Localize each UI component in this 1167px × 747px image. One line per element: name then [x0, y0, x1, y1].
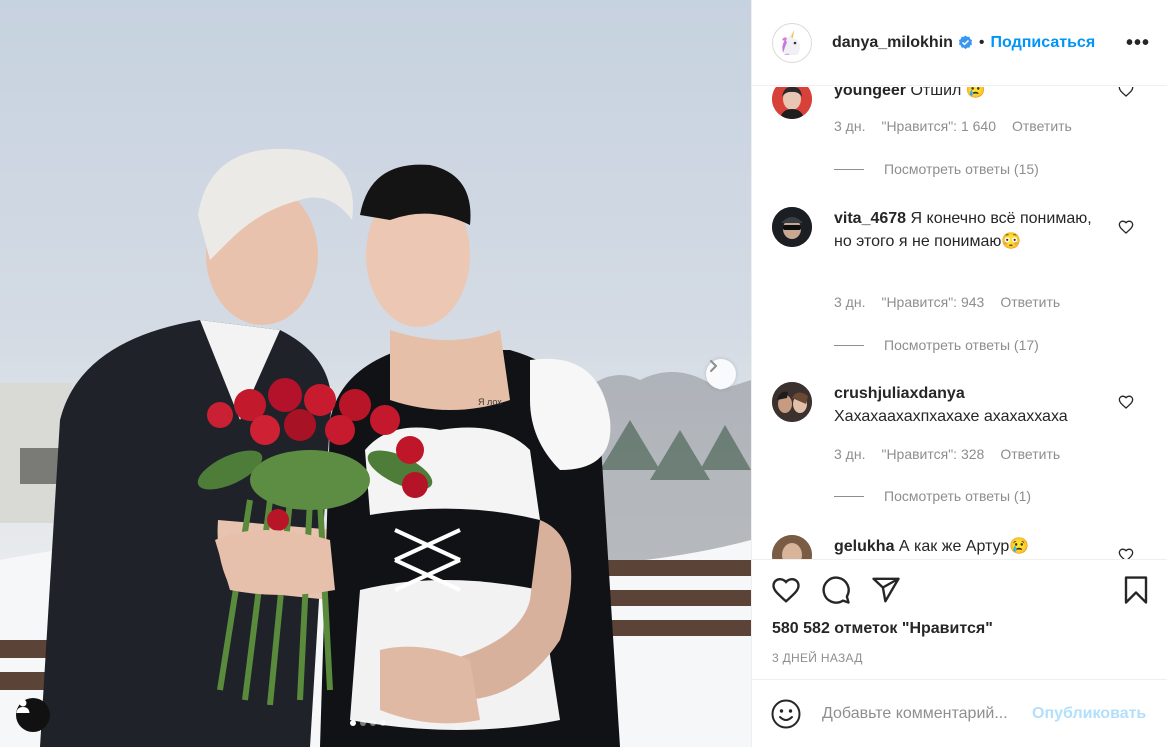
comment-likes[interactable]: "Нравится": 328 — [881, 446, 984, 462]
post-date[interactable]: 3 ДНЕЙ НАЗАД — [772, 651, 863, 665]
replies-divider — [834, 168, 864, 170]
next-photo-button[interactable] — [706, 359, 736, 389]
share-button[interactable] — [870, 574, 902, 606]
post-actions: 580 582 отметок "Нравится" 3 ДНЕЙ НАЗАД — [752, 559, 1167, 679]
comment-avatar[interactable] — [772, 87, 812, 119]
likes-count[interactable]: 580 582 отметок "Нравится" — [772, 620, 993, 638]
comment-likes[interactable]: "Нравится": 943 — [881, 294, 984, 310]
comment-message: Хахахаахахпхахахе ахахаххаха — [834, 408, 1068, 425]
view-replies-label: Посмотреть ответы (1) — [884, 488, 1032, 504]
emoji-icon[interactable] — [770, 698, 802, 730]
tagged-users-button[interactable] — [16, 698, 50, 732]
comment-username[interactable]: youngeer — [834, 87, 906, 99]
carousel-dot-3 — [370, 720, 376, 726]
comment-text: gelukha А как же Артур😢 — [834, 535, 1104, 558]
follow-button[interactable]: Подписаться — [991, 34, 1096, 52]
chest-tattoo-text: Я лох — [478, 397, 502, 407]
save-button[interactable] — [1120, 574, 1152, 606]
comment-likes[interactable]: "Нравится": 1 640 — [881, 118, 996, 134]
comment-input[interactable] — [822, 702, 1027, 726]
heart-icon[interactable] — [1118, 547, 1134, 559]
comment-text: vita_4678 Я конечно всё понимаю, но этог… — [834, 207, 1104, 253]
comment-message: А как же Артур😢 — [898, 538, 1030, 555]
verified-icon — [958, 35, 972, 50]
comment-time[interactable]: 3 дн. — [834, 294, 865, 310]
more-options-button[interactable]: ••• — [1126, 33, 1150, 53]
avatar-image — [772, 382, 812, 422]
comment-button[interactable] — [820, 574, 852, 606]
user-tag-icon — [16, 699, 30, 713]
like-button[interactable] — [770, 574, 802, 606]
post-sidebar: danya_milokhin • Подписаться ••• youngee… — [751, 0, 1167, 747]
comment-composer: Опубликовать — [752, 679, 1167, 747]
comment-avatar[interactable] — [772, 207, 812, 247]
comment-meta: 3 дн. "Нравится": 1 640 Ответить — [834, 118, 1072, 134]
comment-avatar[interactable] — [772, 382, 812, 422]
comment-meta: 3 дн. "Нравится": 328 Ответить — [834, 446, 1060, 462]
comment-text: crushjuliaxdanya Хахахаахахпхахахе ахаха… — [834, 382, 1104, 428]
carousel-dot-4 — [380, 720, 386, 726]
comment-message: Отшил 😢 — [910, 87, 986, 99]
comment-username[interactable]: vita_4678 — [834, 210, 906, 227]
comment-meta: 3 дн. "Нравится": 943 Ответить — [834, 294, 1060, 310]
post-photo[interactable]: Я лох — [0, 0, 751, 747]
view-replies-button[interactable]: Посмотреть ответы (15) — [834, 161, 1039, 177]
carousel-dot-1 — [350, 720, 356, 726]
comments-list[interactable]: youngeer Отшил 😢 3 дн. "Нравится": 1 640… — [752, 87, 1167, 559]
reply-button[interactable]: Ответить — [1012, 118, 1072, 134]
replies-divider — [834, 495, 864, 497]
carousel-dots — [350, 720, 386, 726]
avatar-image — [772, 207, 812, 247]
bookmark-icon — [1124, 576, 1148, 604]
photo-scene: Я лох — [0, 148, 751, 747]
reply-button[interactable]: Ответить — [1000, 294, 1060, 310]
publish-button[interactable]: Опубликовать — [1032, 705, 1146, 723]
view-replies-button[interactable]: Посмотреть ответы (1) — [834, 488, 1031, 504]
comment-time[interactable]: 3 дн. — [834, 446, 865, 462]
avatar-image — [772, 535, 812, 559]
heart-icon[interactable] — [1118, 219, 1134, 235]
comment-username[interactable]: crushjuliaxdanya — [834, 382, 1104, 405]
chevron-right-icon — [710, 360, 717, 372]
view-replies-label: Посмотреть ответы (15) — [884, 161, 1039, 177]
view-replies-label: Посмотреть ответы (17) — [884, 337, 1039, 353]
view-replies-button[interactable]: Посмотреть ответы (17) — [834, 337, 1039, 353]
reply-button[interactable]: Ответить — [1000, 446, 1060, 462]
avatar-image — [772, 87, 812, 119]
unicorn-icon — [782, 29, 801, 55]
heart-icon — [772, 577, 800, 603]
carousel-dot-2 — [360, 720, 366, 726]
heart-icon[interactable] — [1118, 394, 1134, 410]
comment-avatar[interactable] — [772, 535, 812, 559]
comment-time[interactable]: 3 дн. — [834, 118, 865, 134]
comment-username[interactable]: gelukha — [834, 538, 894, 555]
author-username[interactable]: danya_milokhin — [832, 34, 953, 52]
author-avatar[interactable] — [772, 22, 812, 63]
comment-text: youngeer Отшил 😢 — [834, 87, 1104, 102]
replies-divider — [834, 344, 864, 346]
comment-icon — [822, 576, 850, 604]
post-header: danya_milokhin • Подписаться ••• — [752, 0, 1167, 86]
heart-icon[interactable] — [1118, 87, 1134, 98]
header-separator: • — [978, 33, 985, 51]
share-icon — [872, 577, 900, 603]
